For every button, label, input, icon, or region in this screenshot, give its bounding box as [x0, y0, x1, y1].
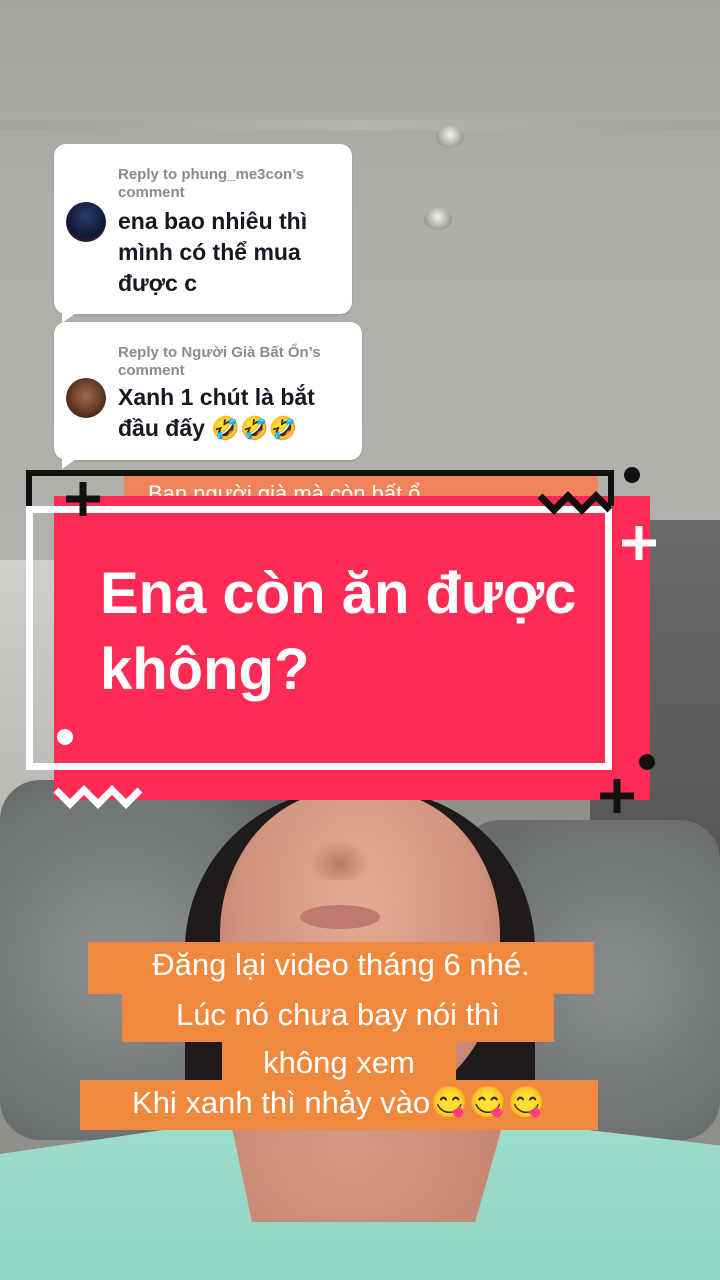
zigzag-icon	[53, 785, 143, 809]
caption-text: Khi xanh thì nhảy vào😋😋😋	[132, 1085, 546, 1120]
caption-line: Khi xanh thì nhảy vào😋😋😋	[80, 1080, 598, 1130]
dot-icon	[639, 754, 655, 770]
caption-line: không xem	[222, 1040, 456, 1080]
caption-text: Đăng lại video tháng 6 nhé.	[152, 947, 530, 982]
plus-icon	[622, 526, 656, 560]
zigzag-icon	[537, 491, 613, 515]
caption-text: Lúc nó chưa bay nói thì	[175, 997, 501, 1032]
caption-line: Lúc nó chưa bay nói thì	[122, 992, 554, 1042]
plus-icon	[600, 779, 634, 813]
plus-icon	[66, 482, 100, 516]
dot-icon	[624, 467, 640, 483]
dot-icon	[57, 729, 73, 745]
caption-line: Đăng lại video tháng 6 nhé.	[88, 942, 594, 994]
